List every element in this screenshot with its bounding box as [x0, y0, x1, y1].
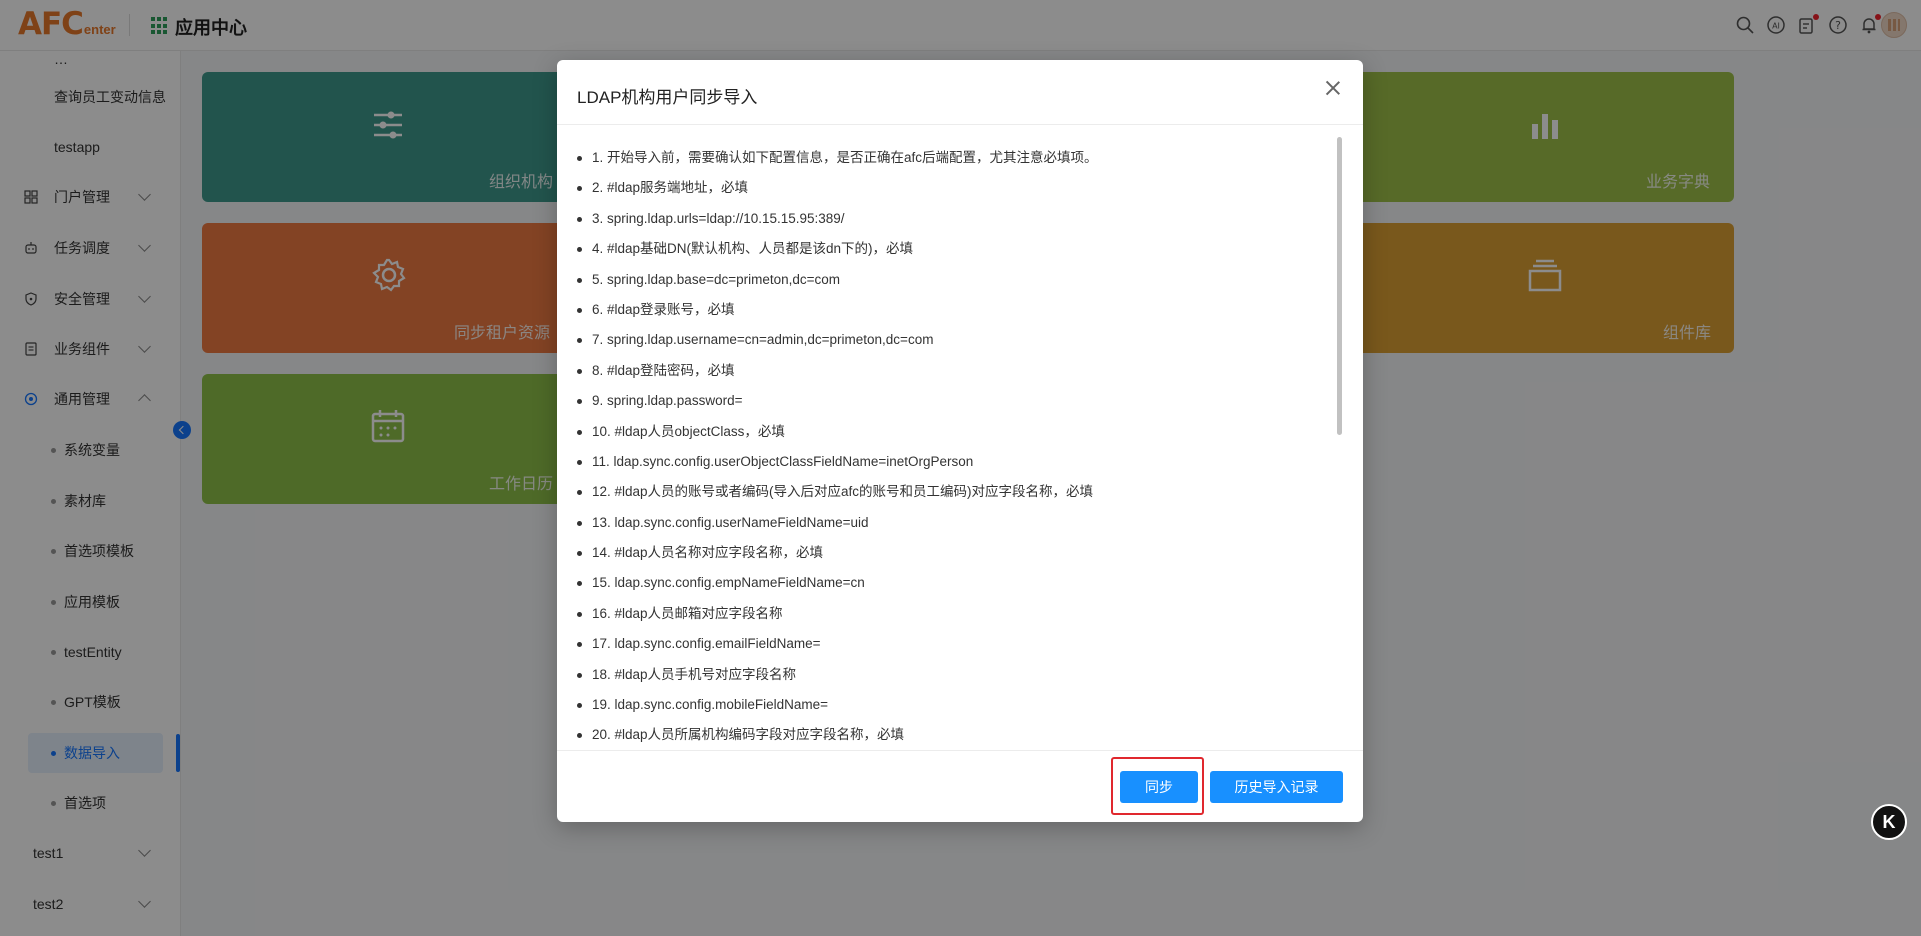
dialog-body[interactable]: 1. 开始导入前，需要确认如下配置信息，是否正确在afc后端配置，尤其注意必填项…: [557, 125, 1363, 750]
list-item: 3. spring.ldap.urls=ldap://10.15.15.95:3…: [577, 204, 1098, 234]
close-icon[interactable]: [1325, 80, 1341, 96]
floating-assistant-button[interactable]: K: [1871, 804, 1907, 840]
list-item: 5. spring.ldap.base=dc=primeton,dc=com: [577, 265, 1098, 295]
list-item: 6. #ldap登录账号，必填: [577, 295, 1098, 325]
list-item: 20. #ldap人员所属机构编码字段对应字段名称，必填: [577, 720, 1098, 750]
list-item: 1. 开始导入前，需要确认如下配置信息，是否正确在afc后端配置，尤其注意必填项…: [577, 143, 1098, 173]
list-item: 2. #ldap服务端地址，必填: [577, 173, 1098, 203]
list-item: 18. #ldap人员手机号对应字段名称: [577, 660, 1098, 690]
list-item: 10. #ldap人员objectClass，必填: [577, 417, 1098, 447]
import-history-button[interactable]: 历史导入记录: [1210, 771, 1343, 803]
ldap-sync-dialog: LDAP机构用户同步导入 1. 开始导入前，需要确认如下配置信息，是否正确在af…: [557, 60, 1363, 822]
sync-button[interactable]: 同步: [1120, 771, 1198, 803]
list-item: 13. ldap.sync.config.userNameFieldName=u…: [577, 508, 1098, 538]
dialog-scrollbar[interactable]: [1337, 137, 1342, 435]
list-item: 14. #ldap人员名称对应字段名称，必填: [577, 538, 1098, 568]
list-item: 8. #ldap登陆密码，必填: [577, 356, 1098, 386]
list-item: 16. #ldap人员邮箱对应字段名称: [577, 599, 1098, 629]
list-item: 7. spring.ldap.username=cn=admin,dc=prim…: [577, 325, 1098, 355]
dialog-title: LDAP机构用户同步导入: [577, 88, 758, 107]
list-item: 19. ldap.sync.config.mobileFieldName=: [577, 690, 1098, 720]
list-item: 15. ldap.sync.config.empNameFieldName=cn: [577, 568, 1098, 598]
list-item: 11. ldap.sync.config.userObjectClassFiel…: [577, 447, 1098, 477]
config-steps-list: 1. 开始导入前，需要确认如下配置信息，是否正确在afc后端配置，尤其注意必填项…: [577, 143, 1098, 750]
list-item: 4. #ldap基础DN(默认机构、人员都是该dn下的)，必填: [577, 234, 1098, 264]
list-item: 17. ldap.sync.config.emailFieldName=: [577, 629, 1098, 659]
list-item: 12. #ldap人员的账号或者编码(导入后对应afc的账号和员工编码)对应字段…: [577, 477, 1098, 507]
list-item: 9. spring.ldap.password=: [577, 386, 1098, 416]
dialog-footer-divider: [557, 750, 1363, 751]
